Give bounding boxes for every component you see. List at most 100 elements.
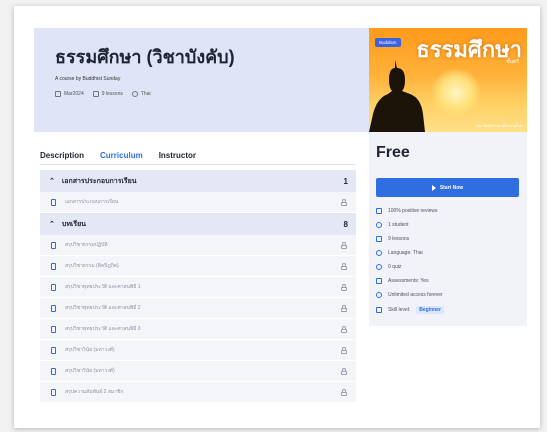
lock-icon bbox=[341, 325, 347, 333]
document-icon bbox=[51, 367, 56, 375]
lesson-item[interactable]: เอกสารประกอบการเรียน bbox=[40, 192, 356, 213]
lock-icon bbox=[341, 241, 347, 249]
feature-skill-level: Skill level: Beginner bbox=[376, 306, 444, 314]
globe-icon bbox=[376, 250, 382, 256]
feature-text: 0 quiz bbox=[388, 264, 402, 270]
lock-icon bbox=[341, 262, 347, 270]
lesson-item[interactable]: สรุปวิชาพุทธประวัติ และศาสนพิธี 3 bbox=[40, 319, 356, 340]
course-meta: Mar2024 9 lessons Thai bbox=[55, 91, 151, 97]
feature-text: 9 lessons bbox=[388, 236, 410, 242]
lock-icon bbox=[341, 367, 347, 375]
lesson-item[interactable]: สรุปวิชาพุทธประวัติ และศาสนพิธี 1 bbox=[40, 277, 356, 298]
section-title: บทเรียน bbox=[61, 220, 86, 228]
section-count: 8 bbox=[343, 219, 348, 229]
feature-text: Language: Thai bbox=[388, 250, 423, 256]
lesson-title: สรุปวิชาพุทธประวัติ และศาสนพิธี 3 bbox=[65, 326, 141, 332]
course-page: ธรรมศึกษา (วิชาบังคับ) A course by Buddh… bbox=[14, 6, 540, 428]
buddha-silhouette bbox=[369, 60, 425, 132]
document-icon bbox=[51, 262, 56, 270]
course-price: Free bbox=[376, 144, 410, 161]
document-icon bbox=[51, 304, 56, 312]
lesson-title: สรุปวิชาธรรมปฏิบัติ bbox=[65, 242, 108, 248]
document-icon bbox=[51, 346, 56, 354]
lesson-title: สรุปวิชาพุทธประวัติ และศาสนพิธี 1 bbox=[65, 284, 141, 290]
calendar-icon bbox=[55, 91, 61, 97]
thumbnail-badge: Buddism bbox=[375, 38, 401, 47]
course-author: A course by Buddhist Sunday bbox=[55, 76, 121, 82]
thumbnail-footer: วันอาทิตย์สร้างคนดีประเทศไทย bbox=[475, 124, 523, 128]
document-icon bbox=[51, 283, 56, 291]
lock-icon bbox=[341, 283, 347, 291]
lock-icon bbox=[341, 388, 347, 396]
lock-icon bbox=[341, 304, 347, 312]
meta-lessons-text: 9 lessons bbox=[101, 91, 123, 97]
feature-reviews: 100% positive reviews bbox=[376, 208, 437, 214]
sun-graphic bbox=[431, 68, 481, 118]
feature-students: 1 student bbox=[376, 222, 409, 228]
globe-icon bbox=[131, 91, 138, 97]
user-icon bbox=[376, 222, 382, 228]
course-tabs: Description Curriculum Instructor bbox=[40, 151, 196, 160]
lesson-title: สรุปวิชาวินัย (มหาวงศ์) bbox=[65, 347, 115, 353]
feature-language: Language: Thai bbox=[376, 250, 423, 256]
section-count: 1 bbox=[343, 176, 348, 186]
feature-quiz: 0 quiz bbox=[376, 264, 401, 270]
chevron-up-icon: ⌃ bbox=[49, 178, 55, 185]
feature-assessments: Assessments: Yes bbox=[376, 278, 429, 284]
tab-curriculum[interactable]: Curriculum bbox=[100, 151, 143, 160]
course-sidebar: Free Start Now 100% positive reviews 1 s… bbox=[369, 132, 527, 326]
tabs-divider bbox=[40, 164, 356, 165]
meta-date: Mar2024 bbox=[55, 91, 84, 97]
document-icon bbox=[51, 241, 56, 249]
lessons-icon bbox=[376, 236, 382, 242]
lock-icon bbox=[341, 198, 347, 206]
course-title: ธรรมศึกษา (วิชาบังคับ) bbox=[55, 47, 235, 67]
document-icon bbox=[51, 325, 56, 333]
lock-icon bbox=[341, 346, 347, 354]
pencil-icon bbox=[376, 278, 382, 284]
thumbs-up-icon bbox=[376, 208, 382, 214]
book-icon bbox=[92, 91, 99, 97]
lesson-item[interactable]: สรุปวิชาวินัย (มหาวงศ์) bbox=[40, 361, 356, 382]
play-icon bbox=[431, 184, 436, 191]
curriculum-list: ⌃ เอกสารประกอบการเรียน 1 เอกสารประกอบการ… bbox=[40, 170, 356, 403]
document-icon bbox=[51, 388, 56, 396]
feature-lessons: 9 lessons bbox=[376, 236, 409, 242]
meta-date-text: Mar2024 bbox=[64, 91, 84, 97]
feature-access: Unlimited access forever bbox=[376, 292, 443, 298]
meta-language-text: Thai bbox=[140, 91, 151, 97]
section-title: เอกสารประกอบการเรียน bbox=[61, 177, 137, 185]
lesson-title: เอกสารประกอบการเรียน bbox=[65, 199, 119, 205]
lesson-item[interactable]: สรุปความสัมพันธ์ 2 สมาชิก bbox=[40, 382, 356, 403]
meta-language: Thai bbox=[131, 91, 151, 97]
feature-text: 100% positive reviews bbox=[388, 208, 438, 214]
lesson-title: สรุปวิชาธรรม (ติดปิฎกิต) bbox=[65, 263, 119, 269]
feature-text: Skill level: bbox=[388, 307, 411, 313]
lesson-item[interactable]: สรุปวิชาธรรมปฏิบัติ bbox=[40, 235, 356, 256]
section-header[interactable]: ⌃ เอกสารประกอบการเรียน 1 bbox=[40, 170, 356, 192]
skill-level-badge: Beginner bbox=[416, 306, 444, 314]
infinity-icon bbox=[376, 292, 382, 298]
feature-text: 1 student bbox=[388, 222, 409, 228]
lesson-item[interactable]: สรุปวิชาวินัย (มหาวงศ์) bbox=[40, 340, 356, 361]
lesson-item[interactable]: สรุปวิชาพุทธประวัติ และศาสนพิธี 2 bbox=[40, 298, 356, 319]
thumbnail-subtitle: ชั้นตรี bbox=[506, 59, 519, 65]
start-now-label: Start Now bbox=[439, 184, 464, 191]
lesson-item[interactable]: สรุปวิชาธรรม (ติดปิฎกิต) bbox=[40, 256, 356, 277]
quiz-icon bbox=[376, 264, 382, 270]
lesson-title: สรุปวิชาวินัย (มหาวงศ์) bbox=[65, 368, 115, 374]
meta-lessons: 9 lessons bbox=[92, 91, 123, 97]
lesson-title: สรุปความสัมพันธ์ 2 สมาชิก bbox=[65, 389, 124, 395]
feature-text: Unlimited access forever bbox=[388, 292, 443, 298]
course-thumbnail: Buddism ธรรมศึกษา ชั้นตรี วันอาทิตย์สร้า… bbox=[369, 28, 527, 132]
section-header[interactable]: ⌃ บทเรียน 8 bbox=[40, 213, 356, 235]
lesson-title: สรุปวิชาพุทธประวัติ และศาสนพิธี 2 bbox=[65, 305, 141, 311]
document-icon bbox=[51, 198, 56, 206]
course-hero: ธรรมศึกษา (วิชาบังคับ) A course by Buddh… bbox=[34, 28, 378, 132]
tab-description[interactable]: Description bbox=[40, 151, 84, 160]
bar-chart-icon bbox=[376, 307, 382, 313]
feature-text: Assessments: Yes bbox=[388, 278, 429, 284]
chevron-up-icon: ⌃ bbox=[49, 221, 55, 228]
start-now-button[interactable]: Start Now bbox=[376, 178, 519, 197]
tab-instructor[interactable]: Instructor bbox=[159, 151, 196, 160]
